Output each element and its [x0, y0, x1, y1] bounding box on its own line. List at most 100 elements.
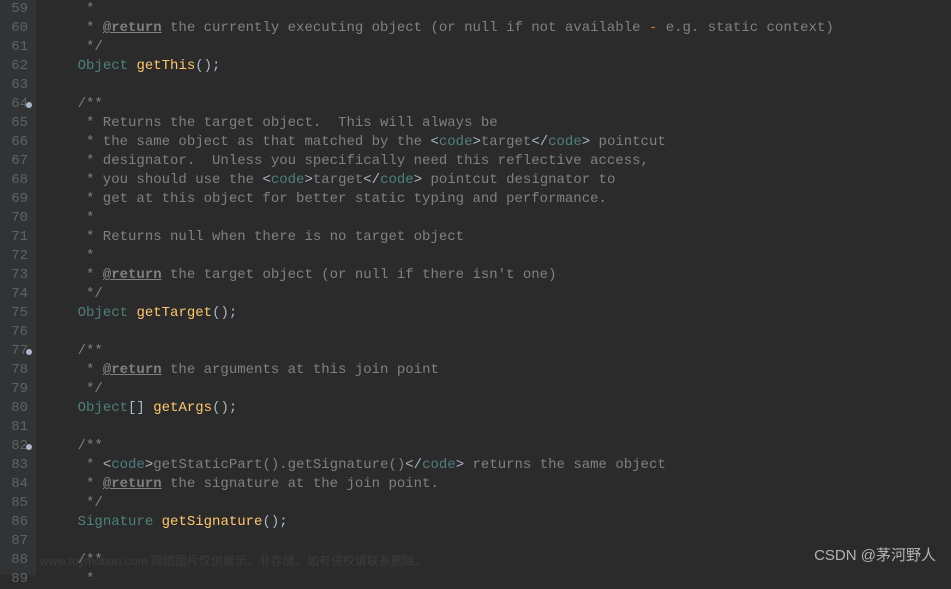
line-number: 86 — [4, 513, 28, 532]
code-token: the currently executing object (or null … — [162, 20, 649, 36]
code-line[interactable] — [44, 76, 834, 95]
code-token: > — [456, 457, 464, 473]
code-token: the signature at the join point. — [162, 476, 439, 492]
code-token — [44, 514, 78, 530]
line-number: 64 — [4, 95, 28, 114]
code-token: the arguments at this join point — [162, 362, 439, 378]
code-line[interactable]: * <code>getStaticPart().getSignature()</… — [44, 456, 834, 475]
code-token: @return — [103, 362, 162, 378]
line-number: 71 — [4, 228, 28, 247]
code-token — [44, 400, 78, 416]
code-token: (); — [262, 514, 287, 530]
code-token: @return — [103, 267, 162, 283]
line-number: 89 — [4, 570, 28, 589]
code-line[interactable]: /** — [44, 95, 834, 114]
code-token: /** — [44, 552, 103, 568]
code-line[interactable]: * you should use the <code>target</code>… — [44, 171, 834, 190]
code-token: code — [422, 457, 456, 473]
code-line[interactable]: /** — [44, 437, 834, 456]
gutter-marker-icon — [26, 444, 32, 450]
code-token: getSignature — [162, 514, 263, 530]
code-token: * Returns the target object. This will a… — [44, 115, 498, 131]
code-line[interactable]: Object[] getArgs(); — [44, 399, 834, 418]
line-number: 78 — [4, 361, 28, 380]
code-token: @return — [103, 476, 162, 492]
code-line[interactable] — [44, 323, 834, 342]
code-token: */ — [44, 381, 103, 397]
code-token: code — [548, 134, 582, 150]
code-line[interactable]: * @return the target object (or null if … — [44, 266, 834, 285]
code-token — [153, 514, 161, 530]
code-line[interactable] — [44, 532, 834, 551]
code-token: (); — [195, 58, 220, 74]
code-line[interactable]: * designator. Unless you specifically ne… — [44, 152, 834, 171]
code-line[interactable]: * — [44, 0, 834, 19]
code-line[interactable]: * — [44, 247, 834, 266]
line-number: 69 — [4, 190, 28, 209]
code-editor[interactable]: 5960616263646566676869707172737475767778… — [0, 0, 951, 575]
line-number: 73 — [4, 266, 28, 285]
code-token: * — [44, 1, 94, 17]
code-token: > — [304, 172, 312, 188]
code-line[interactable]: * — [44, 209, 834, 228]
code-token: </ — [363, 172, 380, 188]
line-number: 81 — [4, 418, 28, 437]
code-token: /** — [44, 96, 103, 112]
code-line[interactable]: * — [44, 570, 834, 589]
line-number: 75 — [4, 304, 28, 323]
code-token: e.g. static context) — [657, 20, 833, 36]
code-token: </ — [531, 134, 548, 150]
code-token: /** — [44, 343, 103, 359]
code-line[interactable]: Object getThis(); — [44, 57, 834, 76]
line-number: 60 — [4, 19, 28, 38]
code-token: > — [472, 134, 480, 150]
code-token: > — [414, 172, 422, 188]
code-line[interactable]: */ — [44, 380, 834, 399]
code-token: < — [430, 134, 438, 150]
code-token: * — [44, 362, 103, 378]
code-token: code — [111, 457, 145, 473]
line-number: 61 — [4, 38, 28, 57]
code-line[interactable]: */ — [44, 285, 834, 304]
code-line[interactable]: Object getTarget(); — [44, 304, 834, 323]
code-line[interactable]: * the same object as that matched by the… — [44, 133, 834, 152]
line-number: 79 — [4, 380, 28, 399]
code-line[interactable] — [44, 418, 834, 437]
code-token: the target object (or null if there isn'… — [162, 267, 557, 283]
code-token: target — [481, 134, 531, 150]
code-token: getTarget — [136, 305, 212, 321]
code-token: Signature — [78, 514, 154, 530]
code-line[interactable]: * @return the signature at the join poin… — [44, 475, 834, 494]
code-token: Object — [78, 305, 128, 321]
code-line[interactable]: * get at this object for better static t… — [44, 190, 834, 209]
code-token: code — [380, 172, 414, 188]
code-token: * — [44, 20, 103, 36]
code-line[interactable]: * Returns null when there is no target o… — [44, 228, 834, 247]
code-token: returns the same object — [464, 457, 666, 473]
code-token: @return — [103, 20, 162, 36]
code-line[interactable]: * Returns the target object. This will a… — [44, 114, 834, 133]
code-content[interactable]: * * @return the currently executing obje… — [36, 0, 834, 575]
line-number: 72 — [4, 247, 28, 266]
gutter-marker-icon — [26, 102, 32, 108]
code-token: (); — [212, 400, 237, 416]
code-token: /** — [44, 438, 103, 454]
code-line[interactable]: */ — [44, 494, 834, 513]
code-token: pointcut designator to — [422, 172, 615, 188]
code-line[interactable]: /** — [44, 342, 834, 361]
code-token: */ — [44, 39, 103, 55]
code-token: getArgs — [153, 400, 212, 416]
code-token: getThis — [136, 58, 195, 74]
code-token: Object — [78, 58, 128, 74]
code-line[interactable]: */ — [44, 38, 834, 57]
line-number: 68 — [4, 171, 28, 190]
line-number: 88 — [4, 551, 28, 570]
code-line[interactable]: /** — [44, 551, 834, 570]
code-line[interactable]: Signature getSignature(); — [44, 513, 834, 532]
code-line[interactable]: * @return the currently executing object… — [44, 19, 834, 38]
line-number: 76 — [4, 323, 28, 342]
code-token: > — [145, 457, 153, 473]
line-number: 74 — [4, 285, 28, 304]
line-number: 80 — [4, 399, 28, 418]
code-line[interactable]: * @return the arguments at this join poi… — [44, 361, 834, 380]
